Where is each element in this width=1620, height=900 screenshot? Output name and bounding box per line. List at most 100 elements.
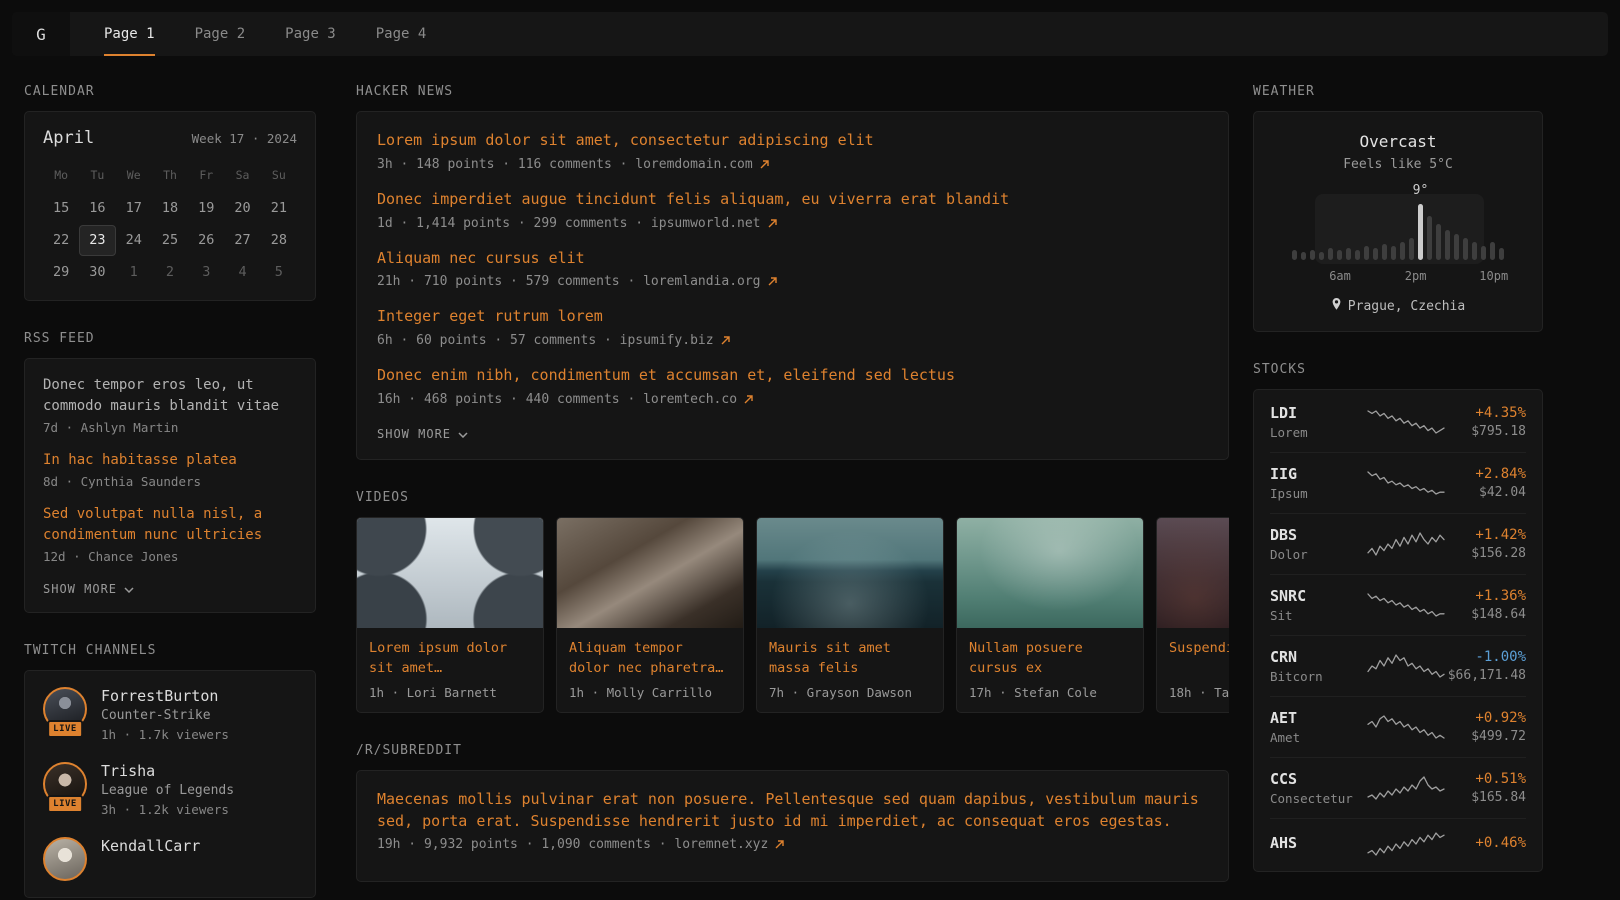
video-meta: 7h · Grayson Dawson xyxy=(757,679,943,712)
external-link-icon[interactable] xyxy=(767,218,778,229)
calendar-day: 27 xyxy=(224,225,260,256)
video-title-link[interactable]: Lorem ipsum dolor sit amet consectetu… xyxy=(357,628,543,679)
weather-bar xyxy=(1382,244,1387,260)
stock-row[interactable]: SNRC Sit +1.36% $148.64 xyxy=(1270,575,1526,636)
video-title-link[interactable]: Nullam posuere cursus ex xyxy=(957,628,1143,679)
stock-sparkline xyxy=(1366,592,1446,618)
stock-sparkline xyxy=(1366,653,1446,679)
weather-bar xyxy=(1481,246,1486,260)
external-link-icon[interactable] xyxy=(774,839,785,850)
page-content: CALENDAR April Week 17 · 2024 Mo Tu We T… xyxy=(0,56,1620,900)
rss-section-title: RSS FEED xyxy=(24,331,316,346)
hackernews-widget: HACKER NEWS Lorem ipsum dolor sit amet, … xyxy=(356,84,1229,460)
calendar-day: 16 xyxy=(79,193,115,224)
video-card[interactable]: Aliquam tempor dolor nec pharetra… 1h · … xyxy=(556,517,744,713)
hn-item: Donec enim nibh, condimentum et accumsan… xyxy=(377,365,1208,407)
calendar-section-title: CALENDAR xyxy=(24,84,316,99)
avatar xyxy=(43,837,87,881)
stocks-widget: STOCKS LDI Lorem +4.35% $795.18 IIG xyxy=(1253,362,1543,872)
weekday-label: Mo xyxy=(43,160,79,192)
hn-meta-text: 3h · 148 points · 116 comments · loremdo… xyxy=(377,157,753,172)
stock-change: -1.00% xyxy=(1446,649,1526,665)
stock-row[interactable]: CCS Consectetur +0.51% $165.84 xyxy=(1270,758,1526,819)
calendar-day: 29 xyxy=(43,257,79,288)
external-link-icon[interactable] xyxy=(720,335,731,346)
video-card[interactable]: Mauris sit amet massa felis 7h · Grayson… xyxy=(756,517,944,713)
reddit-post-link[interactable]: Maecenas mollis pulvinar erat non posuer… xyxy=(377,789,1208,833)
weekday-label: Sa xyxy=(224,160,260,192)
hn-item-link[interactable]: Donec enim nibh, condimentum et accumsan… xyxy=(377,365,1208,387)
stock-ticker: CRN xyxy=(1270,648,1366,666)
stock-change: +1.42% xyxy=(1446,527,1526,543)
twitch-channel[interactable]: LIVE ForrestBurton Counter-Strike 1h · 1… xyxy=(43,687,297,742)
tab-page-1[interactable]: Page 1 xyxy=(84,12,175,56)
stock-name: Amet xyxy=(1270,730,1366,745)
twitch-channel[interactable]: LIVE Trisha League of Legends 3h · 1.2k … xyxy=(43,762,297,817)
external-link-icon[interactable] xyxy=(743,394,754,405)
channel-game: League of Legends xyxy=(101,783,234,798)
weather-bar xyxy=(1490,242,1495,260)
calendar-day: 24 xyxy=(116,225,152,256)
calendar-grid: Mo Tu We Th Fr Sa Su 15 16 17 18 19 20 2… xyxy=(43,160,297,288)
tab-page-3[interactable]: Page 3 xyxy=(265,12,356,56)
channel-meta: 3h · 1.2k viewers xyxy=(101,802,234,817)
external-link-icon[interactable] xyxy=(767,276,778,287)
stock-row[interactable]: CRN Bitcorn -1.00% $66,171.48 xyxy=(1270,636,1526,697)
video-title-link[interactable]: Suspendisse diam xyxy=(1157,628,1229,679)
channel-name[interactable]: Trisha xyxy=(101,762,234,780)
weather-widget: WEATHER Overcast Feels like 5°C 9° 6am 2… xyxy=(1253,84,1543,332)
video-thumbnail[interactable] xyxy=(1157,518,1229,628)
weather-bar xyxy=(1319,252,1324,260)
video-card[interactable]: Lorem ipsum dolor sit amet consectetu… 1… xyxy=(356,517,544,713)
weekday-label: Su xyxy=(261,160,297,192)
video-thumbnail[interactable] xyxy=(357,518,543,628)
channel-name[interactable]: KendallCarr xyxy=(101,837,200,855)
video-thumbnail[interactable] xyxy=(957,518,1143,628)
rss-item-link[interactable]: In hac habitasse platea xyxy=(43,450,297,471)
stock-row[interactable]: IIG Ipsum +2.84% $42.04 xyxy=(1270,453,1526,514)
twitch-section-title: TWITCH CHANNELS xyxy=(24,643,316,658)
twitch-channel[interactable]: KendallCarr xyxy=(43,837,297,881)
tab-page-4[interactable]: Page 4 xyxy=(356,12,447,56)
hn-show-more-button[interactable]: SHOW MORE xyxy=(377,424,468,447)
rss-item-link[interactable]: Sed volutpat nulla nisl, a condimentum n… xyxy=(43,504,297,546)
stock-row[interactable]: DBS Dolor +1.42% $156.28 xyxy=(1270,514,1526,575)
hn-item-meta: 21h · 710 points · 579 comments · loreml… xyxy=(377,274,1208,289)
stock-row[interactable]: AHS +0.46% xyxy=(1270,819,1526,869)
show-more-label: SHOW MORE xyxy=(43,582,117,596)
stock-row[interactable]: AET Amet +0.92% $499.72 xyxy=(1270,697,1526,758)
stock-ticker: DBS xyxy=(1270,526,1366,544)
live-badge: LIVE xyxy=(47,795,83,813)
calendar-day: 17 xyxy=(116,193,152,224)
hn-item-link[interactable]: Integer eget rutrum lorem xyxy=(377,306,1208,328)
video-meta: 1h · Molly Carrillo xyxy=(557,679,743,712)
rss-item-link[interactable]: Donec tempor eros leo, ut commodo mauris… xyxy=(43,375,297,417)
video-card[interactable]: Suspendisse diam 18h · Tara xyxy=(1156,517,1229,713)
weather-bar xyxy=(1499,248,1504,260)
tab-page-2[interactable]: Page 2 xyxy=(175,12,266,56)
weather-card: Overcast Feels like 5°C 9° 6am 2pm 10pm … xyxy=(1253,111,1543,332)
external-link-icon[interactable] xyxy=(759,159,770,170)
rss-show-more-button[interactable]: SHOW MORE xyxy=(43,579,134,602)
stock-change: +2.84% xyxy=(1446,466,1526,482)
hn-item-link[interactable]: Aliquam nec cursus elit xyxy=(377,248,1208,270)
channel-name[interactable]: ForrestBurton xyxy=(101,687,229,705)
hn-item-link[interactable]: Donec imperdiet augue tincidunt felis al… xyxy=(377,189,1208,211)
stock-price: $42.04 xyxy=(1446,485,1526,500)
weekday-label: Fr xyxy=(188,160,224,192)
videos-widget: VIDEOS Lorem ipsum dolor sit amet consec… xyxy=(356,490,1229,713)
weather-bar xyxy=(1391,246,1396,260)
video-thumbnail[interactable] xyxy=(557,518,743,628)
channel-avatar-image xyxy=(43,837,87,881)
rss-item-meta: 12d · Chance Jones xyxy=(43,549,297,564)
video-thumbnail[interactable] xyxy=(757,518,943,628)
video-title-link[interactable]: Aliquam tempor dolor nec pharetra… xyxy=(557,628,743,679)
hn-item-link[interactable]: Lorem ipsum dolor sit amet, consectetur … xyxy=(377,130,1208,152)
video-card[interactable]: Nullam posuere cursus ex 17h · Stefan Co… xyxy=(956,517,1144,713)
stock-ticker: IIG xyxy=(1270,465,1366,483)
stock-row[interactable]: LDI Lorem +4.35% $795.18 xyxy=(1270,392,1526,453)
video-title-link[interactable]: Mauris sit amet massa felis xyxy=(757,628,943,679)
app-logo[interactable]: G xyxy=(12,12,70,56)
stock-price: $156.28 xyxy=(1446,546,1526,561)
show-more-label: SHOW MORE xyxy=(377,427,451,441)
